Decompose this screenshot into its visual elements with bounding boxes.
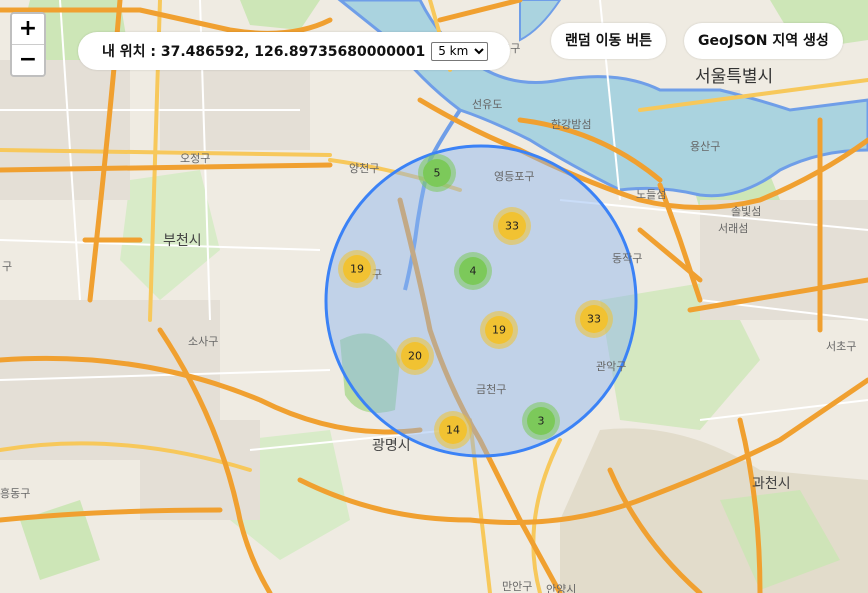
- marker-cluster[interactable]: 19: [338, 250, 376, 288]
- location-label: 내 위치 : 37.486592, 126.89735680000001: [102, 44, 426, 60]
- label-geumcheon: 금천구: [476, 382, 506, 396]
- location-panel: 내 위치 : 37.486592, 126.89735680000001 5 k…: [78, 32, 511, 70]
- random-move-button[interactable]: 랜덤 이동 버튼: [551, 23, 667, 59]
- marker-cluster[interactable]: 20: [396, 337, 434, 375]
- label-seorae: 서래섬: [718, 222, 748, 235]
- label-gwanak: 관악구: [596, 360, 626, 373]
- cluster-count: 5: [434, 167, 441, 180]
- label-yongsan: 용산구: [690, 140, 720, 153]
- cluster-count: 33: [587, 313, 601, 326]
- cluster-count: 4: [470, 265, 477, 278]
- label-gwacheon: 과천시: [752, 476, 791, 492]
- label-gwangmyeong: 광명시: [372, 438, 411, 454]
- label-anyang: 안양시: [546, 583, 576, 593]
- geojson-region-button[interactable]: GeoJSON 지역 생성: [684, 23, 843, 59]
- label-yeongdeungpo: 영등포구: [494, 170, 534, 183]
- map-canvas[interactable]: 서울특별시 부천시 광명시 과천시 마포구 선유도 한강밤섬 용산구 노들섬 서…: [0, 0, 868, 593]
- label-nodeulseom: 노들섬: [636, 188, 666, 201]
- label-solbitseom: 솔빛섬: [731, 205, 761, 218]
- label-bucheon: 부천시: [163, 233, 202, 249]
- label-dongjak: 동작구: [612, 252, 642, 265]
- marker-cluster[interactable]: 33: [575, 300, 613, 338]
- label-seoul: 서울특별시: [695, 67, 773, 87]
- marker-cluster[interactable]: 19: [480, 311, 518, 349]
- cluster-count: 19: [492, 324, 506, 337]
- cluster-count: 14: [446, 424, 460, 437]
- label-gyeyang-partial: 구: [2, 260, 12, 273]
- label-siheung-partial: 흥동구: [0, 486, 30, 500]
- map-tiles[interactable]: 서울특별시 부천시 광명시 과천시 마포구 선유도 한강밤섬 용산구 노들섬 서…: [0, 0, 868, 593]
- radius-select[interactable]: 5 km: [431, 41, 489, 61]
- zoom-in-button[interactable]: +: [12, 14, 44, 44]
- marker-cluster[interactable]: 14: [434, 411, 472, 449]
- label-yangcheon: 양천구: [349, 161, 379, 175]
- cluster-count: 19: [350, 263, 364, 276]
- marker-cluster[interactable]: 3: [522, 402, 560, 440]
- zoom-out-button[interactable]: −: [12, 44, 44, 75]
- label-sosa: 소사구: [188, 335, 218, 348]
- label-hangang-bamseom: 한강밤섬: [551, 118, 591, 131]
- label-seonyudo: 선유도: [472, 98, 502, 111]
- zoom-control: + −: [10, 12, 46, 77]
- label-seocho: 서초구: [826, 340, 856, 353]
- cluster-count: 20: [408, 350, 422, 363]
- label-manan: 만안구: [502, 580, 532, 593]
- marker-cluster[interactable]: 33: [493, 207, 531, 245]
- label-ojeong: 오정구: [180, 152, 210, 165]
- marker-cluster[interactable]: 4: [454, 252, 492, 290]
- marker-cluster[interactable]: 5: [418, 154, 456, 192]
- cluster-count: 3: [538, 415, 545, 428]
- cluster-count: 33: [505, 220, 519, 233]
